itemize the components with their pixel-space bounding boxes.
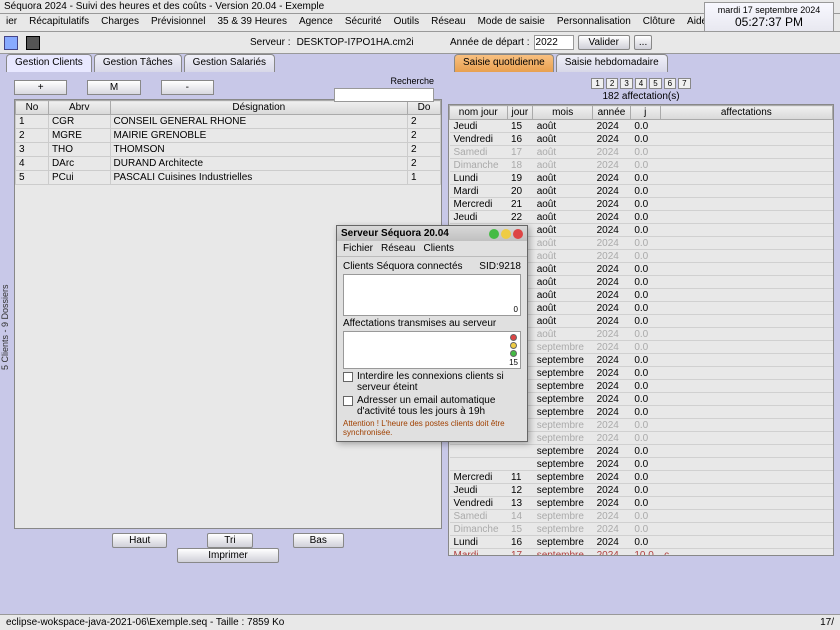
dlg-warning: Attention ! L'heure des postes clients d… [343, 419, 521, 437]
dlg-menu-item[interactable]: Fichier [343, 243, 373, 254]
table-row[interactable]: Mercredi11septembre20240.0 [450, 471, 833, 484]
dialog-title: Serveur Séquora 20.04 [341, 228, 449, 239]
table-row[interactable]: septembre20240.0 [450, 458, 833, 471]
pager: 1234567 [448, 78, 834, 89]
current-time: 05:27:37 PM [715, 15, 823, 29]
server-dialog: Serveur Séquora 20.04 Fichier Réseau Clien… [336, 225, 528, 442]
menu-item[interactable]: Prévisionnel [145, 14, 211, 31]
table-row[interactable]: 4DArcDURAND Architecte2 [16, 157, 441, 171]
table-row[interactable]: 3THOTHOMSON2 [16, 143, 441, 157]
chk-block-clients-label: Interdire les connexions clients si serv… [357, 371, 521, 393]
current-date: mardi 17 septembre 2024 [715, 5, 823, 15]
dlg-aff-label: Affectations transmises au serveur [343, 318, 521, 329]
nav-button[interactable]: Haut [112, 533, 167, 548]
affectations-count: 182 affectation(s) [448, 91, 834, 102]
page-button[interactable]: 2 [606, 78, 618, 89]
maximize-icon[interactable] [501, 229, 511, 239]
traffic-light-icon [510, 334, 518, 358]
page-button[interactable]: 1 [591, 78, 603, 89]
table-row[interactable]: septembre20240.0 [450, 445, 833, 458]
menu-item[interactable]: Agence [293, 14, 339, 31]
table-row[interactable]: Dimanche18août20240.0 [450, 159, 833, 172]
table-row[interactable]: Samedi17août20240.0 [450, 146, 833, 159]
tab[interactable]: Saisie quotidienne [454, 54, 554, 72]
menu-item[interactable]: 35 & 39 Heures [211, 14, 293, 31]
dlg-client-count: 0 [514, 305, 518, 314]
chk-block-clients[interactable] [343, 372, 353, 382]
table-row[interactable]: 1CGRCONSEIL GENERAL RHONE2 [16, 115, 441, 129]
menu-item[interactable]: Charges [95, 14, 145, 31]
toolbar-icon[interactable] [26, 36, 40, 50]
menu-item[interactable]: Réseau [425, 14, 471, 31]
table-row[interactable]: Jeudi12septembre20240.0 [450, 484, 833, 497]
menu-item[interactable]: Sécurité [339, 14, 388, 31]
table-row[interactable]: Lundi19août20240.0 [450, 172, 833, 185]
page-button[interactable]: 5 [649, 78, 661, 89]
chk-email[interactable] [343, 396, 353, 406]
validate-button[interactable]: Valider [578, 35, 630, 50]
toolbar: Serveur : DESKTOP-I7PO1HA.cm2i Année de … [0, 32, 840, 54]
table-row[interactable]: 2MGREMAIRIE GRENOBLE2 [16, 129, 441, 143]
page-button[interactable]: 4 [635, 78, 647, 89]
toolbar-icon[interactable] [4, 36, 18, 50]
seg-button[interactable]: M [87, 80, 140, 95]
right-tabstrip: Saisie quotidienneSaisie hebdomadaire [454, 54, 670, 72]
date-box: mardi 17 septembre 2024 05:27:37 PM [704, 2, 834, 32]
table-row[interactable]: Lundi16septembre20240.0 [450, 536, 833, 549]
left-rail-counter: 5 Clients - 9 Dossiers [0, 72, 12, 582]
close-icon[interactable] [513, 229, 523, 239]
minimize-icon[interactable] [489, 229, 499, 239]
dlg-clients-label: Clients Séquora connectés [343, 261, 463, 272]
menu-item[interactable]: Outils [388, 14, 426, 31]
tab[interactable]: Gestion Clients [6, 54, 92, 72]
table-row[interactable]: Samedi14septembre20240.0 [450, 510, 833, 523]
dlg-sid: SID:9218 [479, 261, 521, 272]
menu-item[interactable]: Clôture [637, 14, 681, 31]
table-row[interactable]: 5PCuiPASCALI Cuisines Industrielles1 [16, 171, 441, 185]
print-button[interactable]: Imprimer [177, 548, 278, 563]
search-input[interactable] [334, 88, 434, 102]
page-button[interactable]: 7 [678, 78, 690, 89]
year-input[interactable] [534, 35, 574, 50]
left-tabstrip: Gestion ClientsGestion TâchesGestion Sal… [6, 54, 444, 72]
page-button[interactable]: 3 [620, 78, 632, 89]
table-row[interactable]: Vendredi16août20240.0 [450, 133, 833, 146]
dlg-aff-count: 15 [509, 358, 518, 367]
server-name: DESKTOP-I7PO1HA.cm2i [297, 37, 414, 48]
more-button[interactable]: ... [634, 35, 652, 50]
dlg-menu-item[interactable]: Réseau [381, 243, 415, 254]
seg-button[interactable]: - [161, 80, 214, 95]
table-row[interactable]: Mercredi21août20240.0 [450, 198, 833, 211]
tab[interactable]: Saisie hebdomadaire [556, 54, 668, 72]
table-row[interactable]: Jeudi22août20240.0 [450, 211, 833, 224]
menu-item[interactable]: ier [0, 14, 23, 31]
search-label: Recherche [390, 76, 434, 86]
dlg-clients-list[interactable]: 0 [343, 274, 521, 316]
table-row[interactable]: Mardi20août20240.0 [450, 185, 833, 198]
status-path: eclipse-wokspace-java-2021-06\Exemple.se… [6, 617, 284, 628]
year-label: Année de départ : [450, 37, 530, 48]
status-bar: eclipse-wokspace-java-2021-06\Exemple.se… [0, 614, 840, 630]
server-label: Serveur : [250, 37, 291, 48]
nav-button[interactable]: Bas [293, 533, 344, 548]
dlg-menu-item[interactable]: Clients [423, 243, 454, 254]
seg-button[interactable]: + [14, 80, 67, 95]
table-row[interactable]: Mardi17septembre202410.0c [450, 549, 833, 557]
status-right: 17/ [820, 617, 834, 628]
table-row[interactable]: Vendredi13septembre20240.0 [450, 497, 833, 510]
dlg-aff-list[interactable]: 15 [343, 331, 521, 369]
menu-item[interactable]: Mode de saisie [472, 14, 551, 31]
chk-email-label: Adresser un email automatique d'activité… [357, 395, 521, 417]
tab[interactable]: Gestion Tâches [94, 54, 182, 72]
table-row[interactable]: Jeudi15août20240.0 [450, 120, 833, 133]
table-row[interactable]: Dimanche15septembre20240.0 [450, 523, 833, 536]
menu-item[interactable]: Personnalisation [551, 14, 637, 31]
tab[interactable]: Gestion Salariés [184, 54, 275, 72]
page-button[interactable]: 6 [664, 78, 676, 89]
menu-item[interactable]: Récapitulatifs [23, 14, 95, 31]
nav-button[interactable]: Tri [207, 533, 252, 548]
